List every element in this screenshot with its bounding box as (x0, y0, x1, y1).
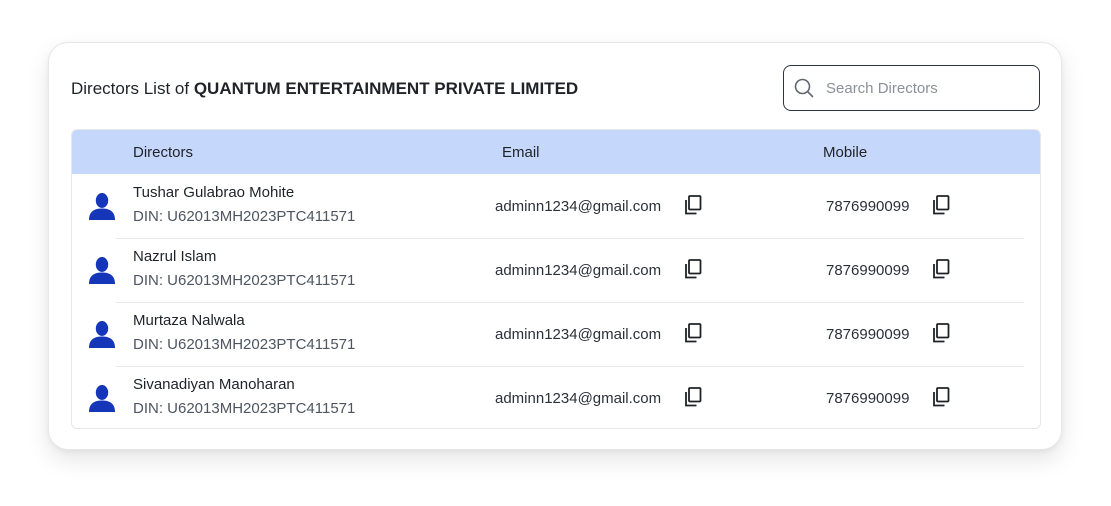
copy-icon[interactable] (932, 323, 950, 343)
copy-icon[interactable] (932, 195, 950, 215)
director-din: DIN: U62013MH2023PTC411571 (133, 272, 356, 289)
director-mobile: 7876990099 (826, 390, 910, 407)
search-icon (794, 78, 814, 98)
directors-table: Directors Email Mobile Tushar Gulabrao M… (71, 129, 1041, 429)
director-din: DIN: U62013MH2023PTC411571 (133, 336, 356, 353)
search-box[interactable] (783, 65, 1040, 111)
director-mobile: 7876990099 (826, 326, 910, 343)
table-header: Directors Email Mobile (72, 130, 1040, 174)
user-icon (89, 193, 115, 220)
copy-icon[interactable] (684, 259, 702, 279)
director-mobile: 7876990099 (826, 262, 910, 279)
director-mobile: 7876990099 (826, 198, 910, 215)
page-title: Directors List of QUANTUM ENTERTAINMENT … (71, 79, 578, 99)
copy-icon[interactable] (684, 195, 702, 215)
column-header-mobile: Mobile (823, 144, 868, 161)
table-row: Tushar Gulabrao Mohite DIN: U62013MH2023… (72, 174, 1040, 238)
table-row: Nazrul Islam DIN: U62013MH2023PTC411571 … (72, 238, 1040, 302)
column-header-email: Email (502, 144, 540, 161)
copy-icon[interactable] (932, 259, 950, 279)
user-icon (89, 321, 115, 348)
company-name: QUANTUM ENTERTAINMENT PRIVATE LIMITED (193, 79, 579, 98)
copy-icon[interactable] (932, 387, 950, 407)
copy-icon[interactable] (684, 387, 702, 407)
copy-icon[interactable] (684, 323, 702, 343)
table-row: Sivanadiyan Manoharan DIN: U62013MH2023P… (72, 366, 1040, 428)
title-prefix: Directors List of (71, 79, 194, 98)
director-email: adminn1234@gmail.com (495, 198, 662, 215)
directors-card: Directors List of QUANTUM ENTERTAINMENT … (48, 42, 1062, 450)
director-name: Sivanadiyan Manoharan (133, 376, 295, 393)
director-email: adminn1234@gmail.com (495, 262, 662, 279)
director-email: adminn1234@gmail.com (495, 390, 662, 407)
user-icon (89, 257, 115, 284)
search-input[interactable] (824, 78, 1028, 98)
table-body: Tushar Gulabrao Mohite DIN: U62013MH2023… (72, 174, 1040, 428)
director-name: Tushar Gulabrao Mohite (133, 184, 295, 201)
director-name: Nazrul Islam (133, 248, 217, 265)
director-email: adminn1234@gmail.com (495, 326, 662, 343)
user-icon (89, 385, 115, 412)
column-header-directors: Directors (133, 144, 194, 161)
table-row: Murtaza Nalwala DIN: U62013MH2023PTC4115… (72, 302, 1040, 366)
director-din: DIN: U62013MH2023PTC411571 (133, 400, 356, 417)
director-name: Murtaza Nalwala (133, 312, 245, 329)
director-din: DIN: U62013MH2023PTC411571 (133, 208, 356, 225)
